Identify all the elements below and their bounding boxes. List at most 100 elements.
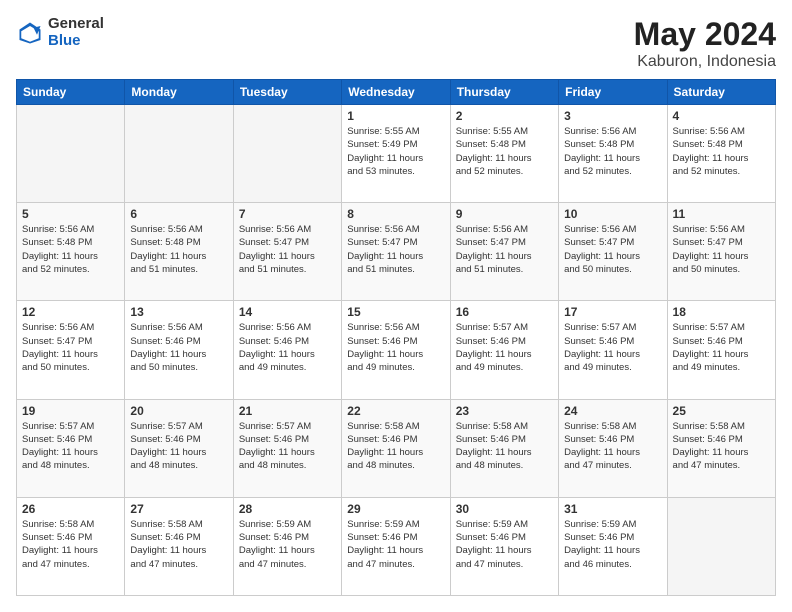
day-number: 19 [22, 404, 119, 418]
logo-icon [16, 19, 44, 47]
table-row: 8 Sunrise: 5:56 AM Sunset: 5:47 PM Daylig… [342, 203, 450, 301]
day-info: Sunrise: 5:58 AM Sunset: 5:46 PM Dayligh… [130, 518, 227, 571]
table-row: 22 Sunrise: 5:58 AM Sunset: 5:46 PM Dayli… [342, 399, 450, 497]
day-info: Sunrise: 5:56 AM Sunset: 5:48 PM Dayligh… [130, 223, 227, 276]
table-row: 18 Sunrise: 5:57 AM Sunset: 5:46 PM Dayli… [667, 301, 775, 399]
week-row-4: 26 Sunrise: 5:58 AM Sunset: 5:46 PM Dayli… [17, 497, 776, 595]
table-row: 27 Sunrise: 5:58 AM Sunset: 5:46 PM Dayli… [125, 497, 233, 595]
header-wednesday: Wednesday [342, 80, 450, 105]
day-info: Sunrise: 5:57 AM Sunset: 5:46 PM Dayligh… [130, 420, 227, 473]
day-number: 8 [347, 207, 444, 221]
table-row: 7Sunrise: 5:56 AM Sunset: 5:47 PM Daylig… [233, 203, 341, 301]
table-row: 11 Sunrise: 5:56 AM Sunset: 5:47 PM Dayli… [667, 203, 775, 301]
day-number: 26 [22, 502, 119, 516]
header-tuesday: Tuesday [233, 80, 341, 105]
table-row: 2Sunrise: 5:55 AM Sunset: 5:48 PM Daylig… [450, 105, 558, 203]
table-row: 24Sunrise: 5:58 AM Sunset: 5:46 PM Dayli… [559, 399, 667, 497]
day-info: Sunrise: 5:57 AM Sunset: 5:46 PM Dayligh… [22, 420, 119, 473]
day-number: 11 [673, 207, 770, 221]
table-row: 20Sunrise: 5:57 AM Sunset: 5:46 PM Dayli… [125, 399, 233, 497]
day-info: Sunrise: 5:58 AM Sunset: 5:46 PM Dayligh… [673, 420, 770, 473]
table-row: 14 Sunrise: 5:56 AM Sunset: 5:46 PM Dayli… [233, 301, 341, 399]
table-row: 5Sunrise: 5:56 AM Sunset: 5:48 PM Daylig… [17, 203, 125, 301]
day-number: 14 [239, 305, 336, 319]
day-number: 7 [239, 207, 336, 221]
day-info: Sunrise: 5:56 AM Sunset: 5:46 PM Dayligh… [347, 321, 444, 374]
day-number: 3 [564, 109, 661, 123]
header-saturday: Saturday [667, 80, 775, 105]
day-info: Sunrise: 5:55 AM Sunset: 5:48 PM Dayligh… [456, 125, 553, 178]
table-row: 29 Sunrise: 5:59 AM Sunset: 5:46 PM Dayli… [342, 497, 450, 595]
day-info: Sunrise: 5:57 AM Sunset: 5:46 PM Dayligh… [564, 321, 661, 374]
header-sunday: Sunday [17, 80, 125, 105]
day-info: Sunrise: 5:57 AM Sunset: 5:46 PM Dayligh… [673, 321, 770, 374]
table-row: 4 Sunrise: 5:56 AM Sunset: 5:48 PM Daylig… [667, 105, 775, 203]
logo-general: General [48, 16, 104, 33]
day-info: Sunrise: 5:59 AM Sunset: 5:46 PM Dayligh… [347, 518, 444, 571]
day-number: 1 [347, 109, 444, 123]
day-info: Sunrise: 5:56 AM Sunset: 5:48 PM Dayligh… [564, 125, 661, 178]
table-row [125, 105, 233, 203]
day-number: 16 [456, 305, 553, 319]
month-title: May 2024 [634, 16, 776, 53]
table-row: 15Sunrise: 5:56 AM Sunset: 5:46 PM Dayli… [342, 301, 450, 399]
header-monday: Monday [125, 80, 233, 105]
day-info: Sunrise: 5:59 AM Sunset: 5:46 PM Dayligh… [456, 518, 553, 571]
day-number: 24 [564, 404, 661, 418]
table-row: 6 Sunrise: 5:56 AM Sunset: 5:48 PM Daylig… [125, 203, 233, 301]
day-info: Sunrise: 5:58 AM Sunset: 5:46 PM Dayligh… [22, 518, 119, 571]
table-row: 28Sunrise: 5:59 AM Sunset: 5:46 PM Dayli… [233, 497, 341, 595]
table-row: 16 Sunrise: 5:57 AM Sunset: 5:46 PM Dayli… [450, 301, 558, 399]
day-number: 22 [347, 404, 444, 418]
table-row: 12 Sunrise: 5:56 AM Sunset: 5:47 PM Dayli… [17, 301, 125, 399]
day-number: 6 [130, 207, 227, 221]
day-number: 23 [456, 404, 553, 418]
calendar-table: Sunday Monday Tuesday Wednesday Thursday… [16, 79, 776, 596]
day-number: 12 [22, 305, 119, 319]
header-friday: Friday [559, 80, 667, 105]
day-number: 30 [456, 502, 553, 516]
week-row-3: 19 Sunrise: 5:57 AM Sunset: 5:46 PM Dayli… [17, 399, 776, 497]
day-info: Sunrise: 5:56 AM Sunset: 5:46 PM Dayligh… [130, 321, 227, 374]
logo: General Blue [16, 16, 104, 49]
day-number: 21 [239, 404, 336, 418]
day-info: Sunrise: 5:55 AM Sunset: 5:49 PM Dayligh… [347, 125, 444, 178]
table-row [667, 497, 775, 595]
day-info: Sunrise: 5:56 AM Sunset: 5:47 PM Dayligh… [347, 223, 444, 276]
day-info: Sunrise: 5:58 AM Sunset: 5:46 PM Dayligh… [347, 420, 444, 473]
day-info: Sunrise: 5:56 AM Sunset: 5:47 PM Dayligh… [564, 223, 661, 276]
day-info: Sunrise: 5:56 AM Sunset: 5:46 PM Dayligh… [239, 321, 336, 374]
day-number: 9 [456, 207, 553, 221]
logo-blue: Blue [48, 33, 104, 50]
day-number: 17 [564, 305, 661, 319]
header: General Blue May 2024 Kaburon, Indonesia [16, 16, 776, 71]
day-info: Sunrise: 5:56 AM Sunset: 5:47 PM Dayligh… [22, 321, 119, 374]
day-info: Sunrise: 5:59 AM Sunset: 5:46 PM Dayligh… [239, 518, 336, 571]
day-info: Sunrise: 5:56 AM Sunset: 5:47 PM Dayligh… [673, 223, 770, 276]
table-row: 31 Sunrise: 5:59 AM Sunset: 5:46 PM Dayli… [559, 497, 667, 595]
table-row [17, 105, 125, 203]
table-row: 30 Sunrise: 5:59 AM Sunset: 5:46 PM Dayli… [450, 497, 558, 595]
week-row-1: 5 Sunrise: 5:56 AM Sunset: 5:48 PM Daylig… [17, 203, 776, 301]
day-info: Sunrise: 5:57 AM Sunset: 5:46 PM Dayligh… [456, 321, 553, 374]
day-number: 29 [347, 502, 444, 516]
table-row [233, 105, 341, 203]
week-row-2: 12 Sunrise: 5:56 AM Sunset: 5:47 PM Dayli… [17, 301, 776, 399]
table-row: 17 Sunrise: 5:57 AM Sunset: 5:46 PM Dayli… [559, 301, 667, 399]
day-number: 4 [673, 109, 770, 123]
day-number: 31 [564, 502, 661, 516]
day-number: 5 [22, 207, 119, 221]
day-number: 13 [130, 305, 227, 319]
table-row: 9 Sunrise: 5:56 AM Sunset: 5:47 PM Daylig… [450, 203, 558, 301]
location: Kaburon, Indonesia [634, 53, 776, 71]
title-block: May 2024 Kaburon, Indonesia [634, 16, 776, 71]
day-info: Sunrise: 5:56 AM Sunset: 5:47 PM Dayligh… [456, 223, 553, 276]
day-info: Sunrise: 5:56 AM Sunset: 5:48 PM Dayligh… [673, 125, 770, 178]
day-info: Sunrise: 5:58 AM Sunset: 5:46 PM Dayligh… [456, 420, 553, 473]
day-number: 10 [564, 207, 661, 221]
week-row-0: 1 Sunrise: 5:55 AM Sunset: 5:49 PM Daylig… [17, 105, 776, 203]
day-info: Sunrise: 5:57 AM Sunset: 5:46 PM Dayligh… [239, 420, 336, 473]
day-number: 18 [673, 305, 770, 319]
day-info: Sunrise: 5:59 AM Sunset: 5:46 PM Dayligh… [564, 518, 661, 571]
day-number: 27 [130, 502, 227, 516]
